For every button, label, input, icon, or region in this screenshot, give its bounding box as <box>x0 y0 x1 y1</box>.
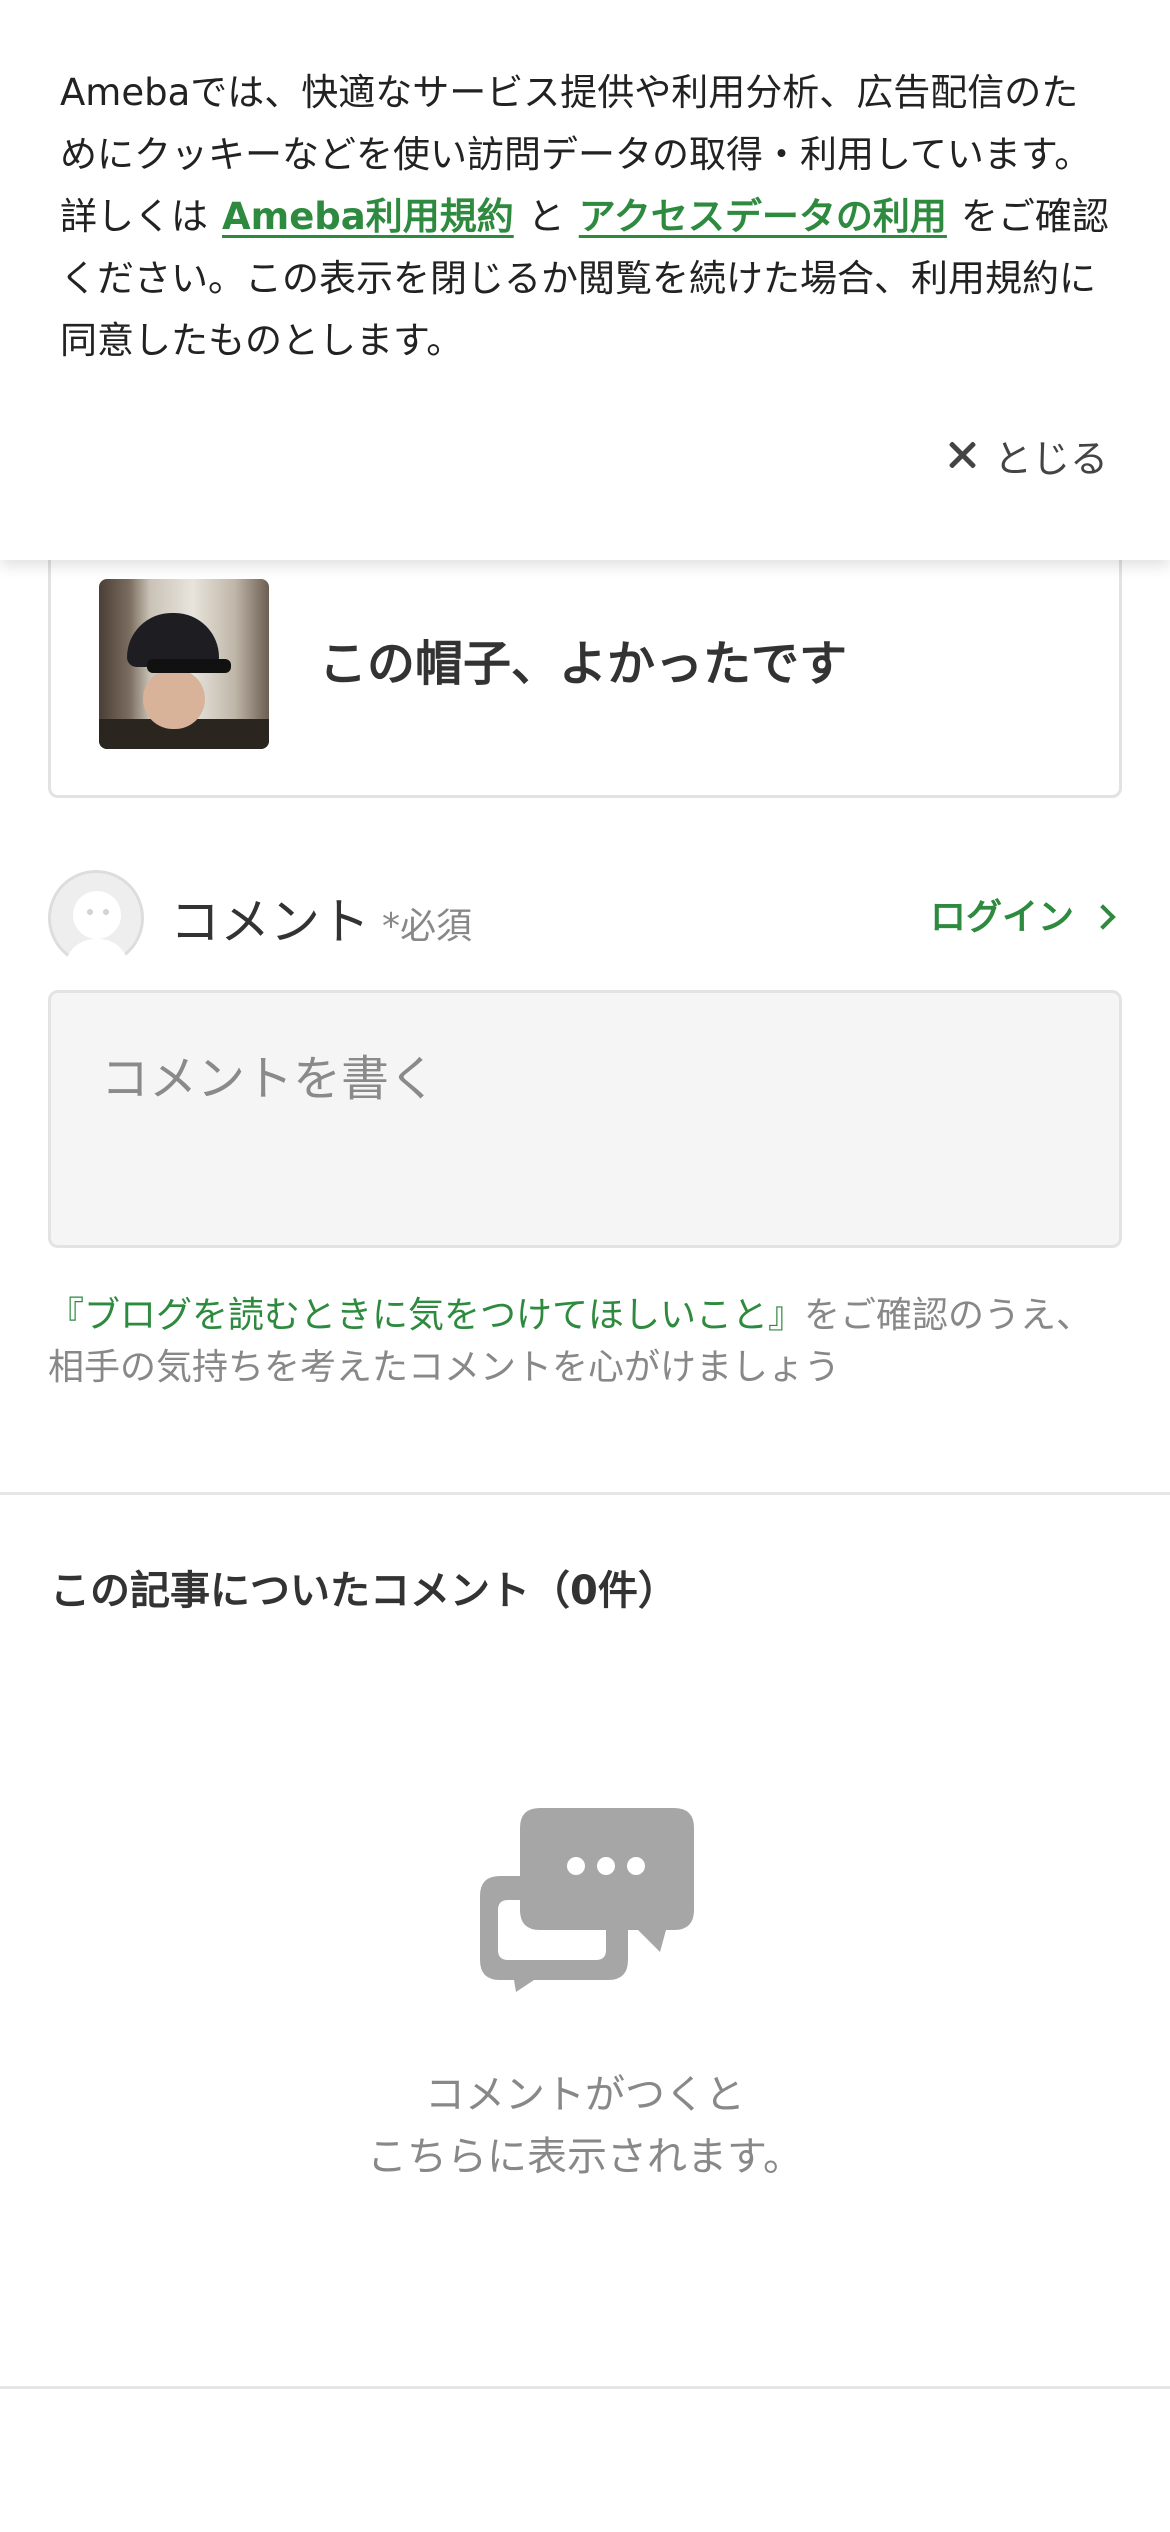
dot-icon <box>567 1857 585 1875</box>
access-data-link[interactable]: アクセスデータの利用 <box>579 195 947 238</box>
user-avatar-icon <box>48 870 144 969</box>
cookie-banner: Amebaでは、快適なサービス提供や利用分析、広告配信のためにクッキーなどを使い… <box>0 0 1170 560</box>
cookie-text-and: と <box>527 195 565 238</box>
chevron-right-icon <box>1090 904 1116 930</box>
close-banner-button[interactable]: とじる <box>948 420 1108 490</box>
dot-icon <box>627 1857 645 1875</box>
close-icon <box>948 441 976 469</box>
login-label: ログイン <box>929 897 1074 938</box>
page: この帽子、よかったです コメント *必須 ログイン 『ブログを読むときに気をつけ… <box>0 0 1170 2532</box>
comments-section-title: この記事についたコメント（0件） <box>50 1568 678 1614</box>
article-card[interactable]: この帽子、よかったです <box>48 520 1122 798</box>
empty-line-2: こちらに表示されます。 <box>367 2134 803 2180</box>
divider <box>0 2386 1170 2389</box>
required-label: *必須 <box>382 906 473 947</box>
terms-link[interactable]: Ameba利用規約 <box>222 195 514 238</box>
cookie-message: Amebaでは、快適なサービス提供や利用分析、広告配信のためにクッキーなどを使い… <box>60 62 1110 372</box>
dot-icon <box>597 1857 615 1875</box>
close-label: とじる <box>993 436 1108 481</box>
article-title: この帽子、よかったです <box>319 636 848 692</box>
login-link[interactable]: ログイン <box>929 888 1116 940</box>
divider <box>0 1492 1170 1495</box>
chat-bubbles-icon <box>480 1808 694 1992</box>
article-thumbnail <box>99 579 269 749</box>
empty-comments-message: コメントがつくと こちらに表示されます。 <box>0 2064 1170 2188</box>
comment-label: コメント <box>170 893 370 951</box>
empty-line-1: コメントがつくと <box>425 2072 745 2118</box>
comment-input[interactable] <box>48 990 1122 1248</box>
guideline-link[interactable]: 『ブログを読むときに気をつけてほしいこと』 <box>48 1295 804 1336</box>
guideline-text: 『ブログを読むときに気をつけてほしいこと』をご確認のうえ、相手の気持ちを考えたコ… <box>48 1290 1128 1394</box>
